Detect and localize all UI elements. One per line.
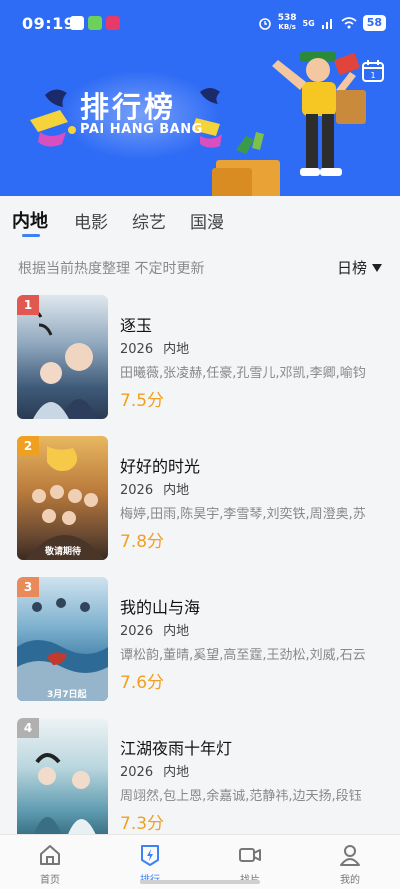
net-speed: 538 KB/s: [278, 14, 297, 32]
item-year: 2026: [120, 342, 154, 357]
item-title: 逐玉: [120, 316, 153, 335]
status-time: 09:19: [22, 14, 76, 33]
signal-icon: [321, 19, 332, 29]
active-tab-indicator: [22, 234, 40, 237]
list-item[interactable]: 敬请期待 2 好好的时光 2026 内地 梅婷,田雨,陈昊宇,李雪琴,刘奕铁,周澄…: [0, 436, 400, 566]
left-ribbon-decoration: [30, 89, 76, 147]
rank-badge: 3: [17, 577, 39, 597]
item-title: 江湖夜雨十年灯: [120, 739, 233, 758]
item-title: 我的山与海: [120, 598, 201, 617]
list-item[interactable]: 1 逐玉 2026 内地 田曦薇,张凌赫,任豪,孔雪儿,邓凯,李卿,喻钧 7.5分: [0, 295, 400, 425]
shopping-bags: [212, 132, 280, 196]
ranking-screen: 09:19 538 KB/s 5G 58 排行榜 PAI HANG BANG 1…: [0, 0, 400, 889]
svg-text:1: 1: [370, 71, 375, 80]
poster-note: 3月7日起: [47, 690, 87, 700]
notification-app-icon: [88, 16, 102, 30]
nav-home-label: 首页: [40, 875, 60, 886]
rank-badge: 2: [17, 436, 39, 456]
item-region: 内地: [163, 342, 190, 357]
rank-type-dropdown[interactable]: 日榜: [337, 257, 382, 278]
item-score: 7.6分: [120, 673, 165, 693]
signal-type: 5G: [302, 18, 315, 28]
person-icon: [340, 845, 360, 866]
right-ribbon-decoration: [192, 88, 222, 148]
home-indicator: [140, 880, 260, 884]
tab-variety[interactable]: 综艺: [132, 208, 166, 233]
video-camera-icon: [239, 848, 261, 862]
item-meta: 2026 内地: [120, 338, 189, 357]
wifi-icon: [341, 17, 357, 29]
item-cast: 梅婷,田雨,陈昊宇,李雪琴,刘奕铁,周澄奥,苏: [120, 507, 366, 522]
list-item[interactable]: 4 江湖夜雨十年灯 2026 内地 周翊然,包上恩,余嘉诚,范静祎,边天扬,段钰 …: [0, 718, 400, 848]
status-bar: 09:19 538 KB/s 5G 58: [0, 0, 400, 46]
item-year: 2026: [120, 765, 154, 780]
caret-down-icon: [372, 263, 382, 272]
poster-note: 敬请期待: [45, 547, 82, 557]
rank-badge: 4: [17, 718, 39, 738]
item-score: 7.3分: [120, 814, 165, 834]
nav-mine-label: 我的: [340, 875, 360, 886]
item-score: 7.8分: [120, 532, 165, 552]
ranking-banner: 09:19 538 KB/s 5G 58 排行榜 PAI HANG BANG 1: [0, 0, 400, 196]
item-cast: 田曦薇,张凌赫,任豪,孔雪儿,邓凯,李卿,喻钧: [120, 366, 366, 381]
notification-app-icon: [70, 16, 84, 30]
item-meta: 2026 内地: [120, 479, 189, 498]
ranking-icon: [141, 845, 159, 866]
status-right-group: 538 KB/s 5G 58: [258, 14, 386, 32]
rank-badge: 1: [17, 295, 39, 315]
item-cast: 周翊然,包上恩,余嘉诚,范静祎,边天扬,段钰: [120, 789, 362, 804]
list-description: 根据当前热度整理 不定时更新: [18, 261, 205, 277]
alarm-icon: [258, 18, 271, 30]
item-region: 内地: [163, 765, 190, 780]
tab-movie[interactable]: 电影: [74, 208, 108, 233]
item-cast: 谭松韵,董晴,奚望,高至霆,王劲松,刘威,石云: [120, 648, 366, 663]
tab-mainland[interactable]: 内地: [12, 207, 48, 233]
item-score: 7.5分: [120, 391, 165, 411]
list-item[interactable]: 3月7日起 3 我的山与海 2026 内地 谭松韵,董晴,奚望,高至霆,王劲松,刘…: [0, 577, 400, 707]
item-year: 2026: [120, 483, 154, 498]
banner-subtitle: PAI HANG BANG: [80, 122, 203, 137]
item-region: 内地: [163, 624, 190, 639]
item-meta: 2026 内地: [120, 761, 189, 780]
delivery-character: [272, 52, 366, 176]
item-year: 2026: [120, 624, 154, 639]
nav-home[interactable]: 首页: [0, 835, 100, 889]
home-icon: [40, 845, 60, 865]
banner-title: 排行榜: [80, 90, 177, 124]
item-title: 好好的时光: [120, 457, 201, 476]
calendar-button[interactable]: 1: [360, 58, 386, 84]
notification-app-icon: [106, 16, 120, 30]
rank-type-label: 日榜: [336, 259, 367, 277]
battery-indicator: 58: [362, 15, 386, 31]
tab-anime[interactable]: 国漫: [190, 208, 224, 233]
item-region: 内地: [163, 483, 190, 498]
net-speed-unit: KB/s: [278, 23, 296, 31]
calendar-icon: 1: [362, 60, 384, 82]
nav-mine[interactable]: 我的: [300, 835, 400, 889]
net-speed-value: 538: [277, 13, 297, 23]
item-meta: 2026 内地: [120, 620, 189, 639]
category-tabs: 内地 电影 综艺 国漫: [0, 196, 400, 244]
